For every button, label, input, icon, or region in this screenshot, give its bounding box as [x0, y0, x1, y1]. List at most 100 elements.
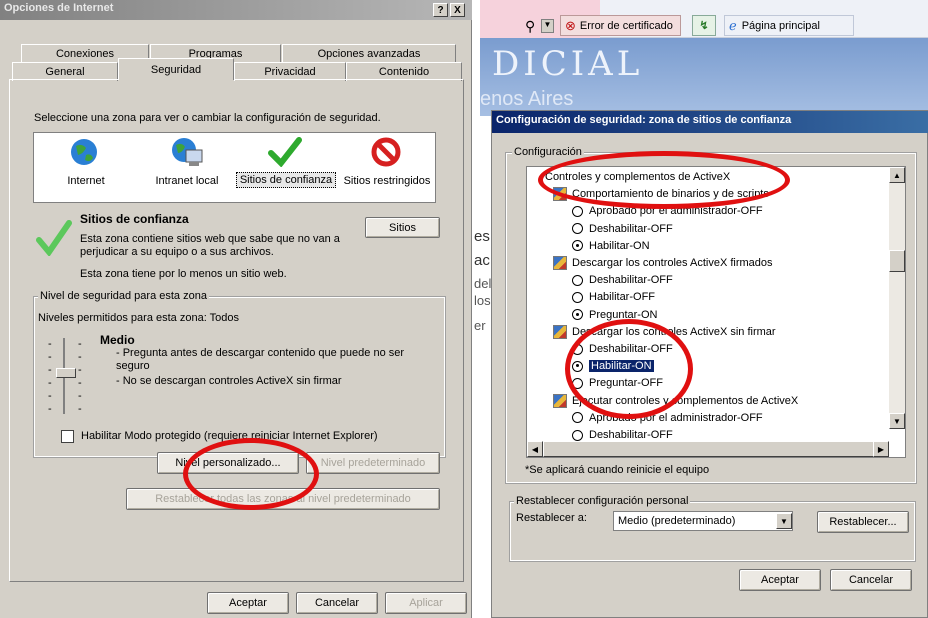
setting-label: Habilitar-ON — [589, 239, 650, 252]
restart-note: *Se aplicará cuando reinicie el equipo — [525, 464, 710, 476]
setting-option-radio[interactable]: Habilitar-OFF — [572, 289, 655, 305]
home-label: Página principal — [741, 19, 820, 32]
zone-label: Sitios restringidos — [343, 175, 431, 187]
scroll-thumb[interactable] — [889, 250, 905, 272]
help-button[interactable]: ? — [433, 3, 448, 17]
ok-button[interactable]: Aceptar — [739, 569, 821, 591]
zone-note: Esta zona tiene por lo menos un sitio we… — [80, 268, 287, 280]
globe-icon — [71, 139, 97, 165]
ok-button[interactable]: Aceptar — [207, 592, 289, 614]
banner-subtitle: enos Aires — [480, 88, 574, 110]
level-desc-1b: seguro — [116, 360, 150, 372]
browser-toolbar: ⚲ ▼ ⊗ Error de certificado ↯ ℯ Página pr… — [480, 0, 928, 38]
level-name: Medio — [100, 333, 135, 347]
slider-ticks-left: ------ — [48, 338, 52, 415]
group-title: Configuración — [512, 146, 584, 158]
annotation-circle — [183, 438, 319, 510]
radio-unchecked-icon[interactable] — [572, 429, 583, 441]
zone-sitios-de-confianza[interactable]: Sitios de confianza — [236, 133, 336, 202]
radio-checked-icon[interactable] — [572, 309, 583, 321]
radio-unchecked-icon[interactable] — [572, 205, 583, 217]
slider-ticks-right: ------ — [78, 338, 82, 415]
page-text: er — [474, 318, 486, 333]
warning-icon: ⊗ — [565, 17, 576, 33]
checkmark-icon — [36, 220, 72, 256]
slider-thumb[interactable] — [56, 368, 76, 378]
settings-icon — [553, 393, 567, 408]
zone-sitios-restringidos[interactable]: Sitios restringidos — [338, 133, 436, 202]
close-button[interactable]: X — [450, 3, 465, 17]
page-text: ac — [474, 252, 490, 269]
dialog-title: Configuración de seguridad: zona de siti… — [492, 111, 928, 133]
page-text: es — [474, 228, 490, 245]
reset-level-select[interactable]: Medio (predeterminado) ▼ — [613, 511, 793, 531]
settings-list[interactable]: Controles y complementos de ActiveX Compo… — [526, 166, 906, 458]
zone-description: Esta zona contiene sitios web que sabe q… — [80, 233, 340, 258]
scroll-down-button[interactable]: ▼ — [889, 413, 905, 429]
reset-label: Restablecer a: — [516, 512, 587, 524]
sites-button[interactable]: Sitios — [365, 217, 440, 238]
settings-icon — [553, 256, 567, 270]
cancel-button[interactable]: Cancelar — [296, 592, 378, 614]
scroll-left-button[interactable]: ◀ — [527, 441, 543, 457]
zone-list: Internet Intranet local Sitios de confia… — [33, 132, 436, 203]
cert-error-label: Error de certificado — [579, 19, 673, 32]
setting-label: Deshabilitar-OFF — [589, 222, 673, 235]
scroll-right-button[interactable]: ▶ — [873, 441, 889, 457]
tab-seguridad[interactable]: Seguridad — [118, 58, 234, 80]
protected-mode-checkbox[interactable] — [61, 430, 74, 443]
settings-icon — [553, 324, 567, 339]
zone-label: Intranet local — [155, 175, 219, 187]
zone-internet[interactable]: Internet — [36, 133, 136, 202]
apply-button[interactable]: Aplicar — [385, 592, 467, 614]
zone-instruction: Seleccione una zona para ver o cambiar l… — [34, 112, 381, 124]
ie-icon: ℯ — [729, 17, 737, 33]
level-desc-2: - No se descargan controles ActiveX sin … — [116, 375, 342, 387]
level-desc-1: - Pregunta antes de descargar contenido … — [116, 347, 405, 359]
setting-label: Deshabilitar-OFF — [589, 429, 673, 441]
setting-option-radio[interactable]: Habilitar-ON — [572, 238, 650, 254]
refresh-icon[interactable]: ↯ — [692, 15, 716, 36]
vertical-scrollbar[interactable] — [889, 167, 905, 429]
restricted-icon — [371, 137, 401, 167]
setting-section[interactable]: Descargar los controles ActiveX firmados — [553, 255, 773, 271]
default-level-button[interactable]: Nivel predeterminado — [306, 452, 440, 474]
tab-opciones-avanzadas[interactable]: Opciones avanzadas — [282, 44, 456, 63]
zone-intranet-local[interactable]: Intranet local — [137, 133, 237, 202]
setting-label: Habilitar-OFF — [589, 291, 656, 304]
cancel-button[interactable]: Cancelar — [830, 569, 912, 591]
security-settings-dialog: Configuración de seguridad: zona de siti… — [491, 110, 928, 618]
group-title: Nivel de seguridad para esta zona — [38, 290, 209, 302]
annotation-circle — [565, 319, 693, 419]
setting-option-radio[interactable]: Deshabilitar-OFF — [572, 221, 673, 237]
radio-unchecked-icon[interactable] — [572, 412, 583, 424]
chevron-down-icon[interactable]: ▼ — [776, 513, 792, 529]
page-text: del — [474, 276, 492, 291]
hscroll-thumb[interactable] — [543, 441, 878, 457]
checkmark-icon — [268, 137, 302, 167]
reset-button[interactable]: Restablecer... — [817, 511, 909, 533]
search-icon[interactable]: ⚲ — [525, 18, 535, 35]
radio-checked-icon[interactable] — [572, 240, 583, 252]
setting-label: Deshabilitar-OFF — [589, 274, 673, 287]
zone-label: Internet — [67, 175, 105, 187]
radio-unchecked-icon[interactable] — [572, 223, 583, 235]
allowed-levels: Niveles permitidos para esta zona: Todos — [38, 312, 239, 324]
home-button[interactable]: ℯ Página principal — [724, 15, 854, 36]
radio-unchecked-icon[interactable] — [572, 274, 583, 286]
intranet-icon — [172, 138, 203, 166]
certificate-error-button[interactable]: ⊗ Error de certificado — [560, 15, 681, 36]
page-text: los — [474, 293, 491, 308]
banner-title: DICIAL — [492, 44, 644, 84]
setting-label: Descargar los controles ActiveX firmados — [572, 257, 773, 269]
setting-option-radio[interactable]: Deshabilitar-OFF — [572, 272, 673, 288]
scroll-up-button[interactable]: ▲ — [889, 167, 905, 183]
group-title: Restablecer configuración personal — [514, 495, 691, 507]
annotation-circle — [538, 151, 790, 209]
internet-options-dialog: Opciones de Internet ? X Conexiones Prog… — [0, 0, 472, 618]
radio-unchecked-icon[interactable] — [572, 291, 583, 303]
reset-level-value: Medio (predeterminado) — [618, 515, 736, 527]
dialog-title: Opciones de Internet — [0, 0, 472, 20]
dropdown-icon[interactable]: ▼ — [541, 19, 554, 33]
zone-label: Sitios de confianza — [236, 172, 336, 188]
